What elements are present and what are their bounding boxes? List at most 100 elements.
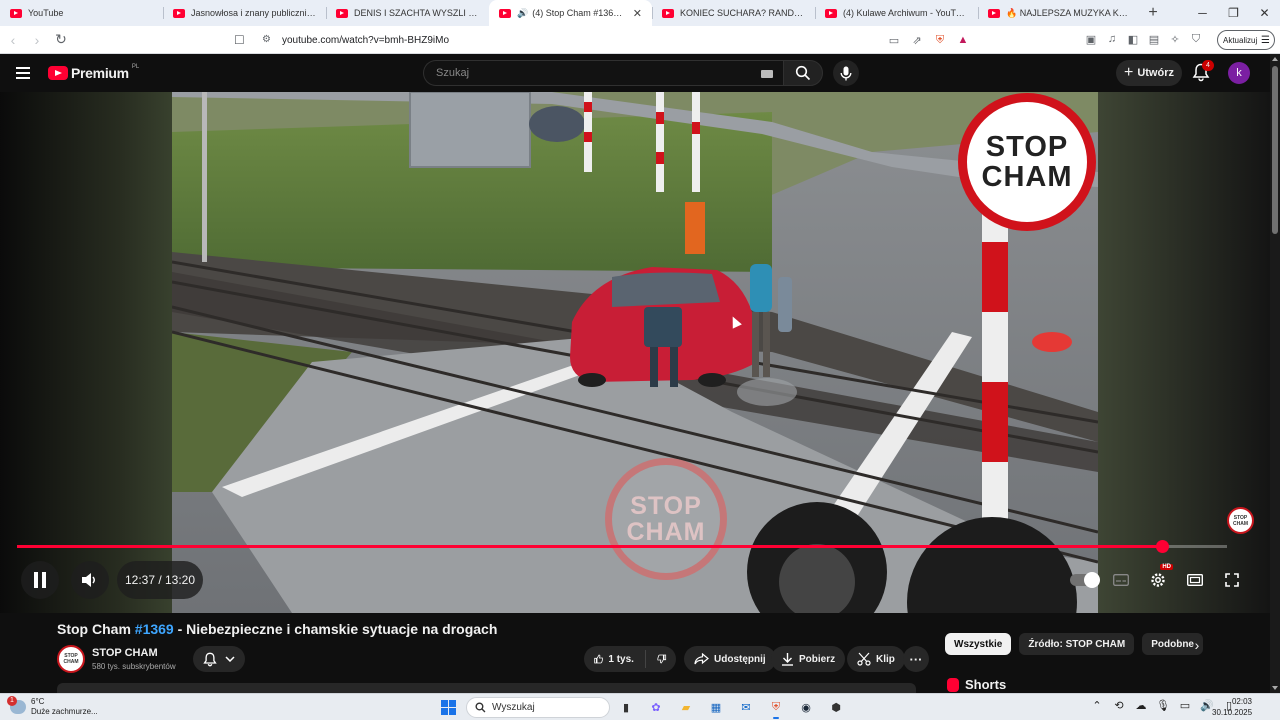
- panel-icon[interactable]: ◧: [1126, 32, 1140, 46]
- theater-mode-button[interactable]: [1181, 566, 1209, 594]
- steam-icon[interactable]: ◉: [796, 697, 816, 717]
- settings-button[interactable]: HD: [1144, 564, 1173, 594]
- thumbs-up-icon[interactable]: [594, 652, 604, 666]
- subtitles-button[interactable]: [1107, 566, 1135, 594]
- browser-tab[interactable]: YouTube: [0, 0, 163, 26]
- account-avatar[interactable]: k: [1228, 62, 1250, 84]
- share-arrow-icon: [694, 653, 709, 665]
- watermark-line1: STOP: [630, 492, 702, 520]
- back-arrow-icon[interactable]: ‹: [2, 29, 24, 51]
- notifications-button[interactable]: 4: [1192, 60, 1214, 83]
- minimize-icon[interactable]: ─: [1187, 0, 1218, 26]
- share-button[interactable]: Udostępnij: [684, 646, 776, 672]
- scroll-down-arrow-icon[interactable]: [1272, 686, 1278, 690]
- pause-button[interactable]: [21, 561, 59, 599]
- player-right-controls: HD: [1070, 564, 1246, 594]
- taskbar-clock[interactable]: 02:03 30.10.2025: [1212, 696, 1252, 718]
- close-window-icon[interactable]: ✕: [1249, 0, 1280, 26]
- reload-icon[interactable]: ↻: [50, 29, 72, 51]
- create-button[interactable]: + Utwórz: [1116, 60, 1182, 86]
- fullscreen-button[interactable]: [1218, 566, 1246, 594]
- brave-shield-icon[interactable]: ⛨: [933, 33, 947, 47]
- weather-widget[interactable]: 1 6°C Duże zachmurze...: [7, 696, 98, 717]
- bookmark-icon[interactable]: ☐: [234, 33, 245, 47]
- window-controls: ─ ❐ ✕: [1187, 0, 1280, 26]
- video-player[interactable]: STOP CHAM STOP CHAM STOP CHAM 12:37 / 13…: [0, 92, 1270, 613]
- sync-icon[interactable]: ⟲: [1112, 699, 1126, 712]
- app-icon[interactable]: ⬢: [826, 697, 846, 717]
- captions-icon: [1113, 574, 1129, 586]
- browser-tab[interactable]: (4) Kulawe Archiwum - YouTube: [815, 0, 978, 26]
- chip-source[interactable]: Źródło: STOP CHAM: [1019, 633, 1135, 655]
- browser-tab[interactable]: DENIS I SZACHTA WYSZLI Z ARESZTU: [326, 0, 489, 26]
- volume-button[interactable]: [71, 561, 109, 599]
- new-tab-plus-icon[interactable]: +: [1141, 0, 1165, 26]
- file-explorer-icon[interactable]: ▰: [676, 697, 696, 717]
- copilot-icon[interactable]: ✿: [646, 697, 666, 717]
- description-box[interactable]: [57, 683, 916, 693]
- windows-start-icon[interactable]: [441, 700, 456, 715]
- site-info-icon[interactable]: ⚙: [262, 34, 274, 46]
- like-count[interactable]: 1 tys.: [608, 654, 634, 665]
- channel-avatar[interactable]: STOP CHAM: [57, 645, 85, 673]
- voice-search-button[interactable]: [833, 60, 859, 86]
- like-divider: [644, 650, 646, 668]
- onedrive-cloud-icon[interactable]: ☁: [1134, 699, 1148, 712]
- url-text[interactable]: youtube.com/watch?v=bmh-BHZ9iMo: [282, 35, 449, 46]
- brave-rewards-icon[interactable]: ▲: [956, 33, 970, 47]
- tab-label: DENIS I SZACHTA WYSZLI Z ARESZTU: [354, 8, 479, 18]
- chip-all[interactable]: Wszystkie: [945, 633, 1012, 655]
- taskbar-search[interactable]: Wyszukaj: [466, 697, 610, 718]
- channel-name-link[interactable]: STOP CHAM: [92, 647, 158, 659]
- chevron-up-icon[interactable]: ⌃: [1090, 699, 1104, 712]
- scissors-icon: [857, 652, 871, 666]
- forward-arrow-icon[interactable]: ›: [26, 29, 48, 51]
- speaker-icon[interactable]: 🔊: [517, 8, 528, 19]
- music-icon[interactable]: ♫: [1105, 32, 1119, 46]
- clip-button[interactable]: Klip: [847, 646, 905, 672]
- address-bar[interactable]: ☐ ⚙ youtube.com/watch?v=bmh-BHZ9iMo ▭ ⇗ …: [226, 29, 976, 51]
- sidebar-icon[interactable]: ▣: [1084, 32, 1098, 46]
- wallet-icon[interactable]: ▤: [1147, 32, 1161, 46]
- autoplay-toggle[interactable]: [1070, 566, 1100, 594]
- channel-avatar-line2: CHAM: [63, 659, 79, 665]
- shorts-icon: [947, 677, 959, 692]
- page-scrollbar[interactable]: [1270, 54, 1280, 693]
- download-button[interactable]: Pobierz: [771, 646, 846, 672]
- scroll-thumb[interactable]: [1272, 66, 1278, 234]
- leo-ai-icon[interactable]: ✧: [1168, 32, 1182, 46]
- browser-tab[interactable]: Jasnowłosa i znany publicznie gość: [163, 0, 326, 26]
- thumbs-down-icon[interactable]: [656, 652, 666, 666]
- close-icon[interactable]: ✕: [633, 7, 642, 20]
- update-button[interactable]: Aktualizuj ☰: [1217, 30, 1275, 50]
- microsoft-store-icon[interactable]: ▦: [706, 697, 726, 717]
- chevron-down-icon: [225, 656, 235, 662]
- subscription-notifications-button[interactable]: [193, 646, 245, 672]
- keyboard-icon[interactable]: [761, 70, 773, 78]
- restore-icon[interactable]: ❐: [1218, 0, 1249, 26]
- youtube-favicon-icon: [173, 8, 185, 18]
- microphone-icon[interactable]: 🎙: [1156, 699, 1170, 712]
- task-view-icon[interactable]: ▮: [616, 697, 636, 717]
- shorts-heading-label: Shorts: [965, 677, 1007, 692]
- more-actions-button[interactable]: ···: [903, 646, 929, 672]
- share-icon[interactable]: ⇗: [910, 33, 924, 47]
- browser-tab[interactable]: 🔥 NAJLEPSZA MUZYKA KLUBOWA 🎵: [978, 0, 1141, 26]
- cast-icon[interactable]: ▭: [887, 33, 901, 47]
- search-button[interactable]: [783, 60, 823, 86]
- title-hashtag-link[interactable]: #1369: [135, 621, 174, 637]
- chevron-right-icon[interactable]: ›: [1188, 636, 1206, 654]
- progress-bar[interactable]: [17, 540, 1227, 553]
- brave-browser-icon[interactable]: ⛨: [766, 697, 786, 719]
- browser-tab[interactable]: KONIEC SUCHARA? RANDOMBRUCE: [652, 0, 815, 26]
- vpn-shield-icon[interactable]: ⛉: [1189, 32, 1203, 46]
- display-icon[interactable]: ▭: [1178, 699, 1192, 712]
- youtube-logo[interactable]: Premium PL: [48, 64, 139, 81]
- outlook-icon[interactable]: ✉: [736, 697, 756, 717]
- search-input[interactable]: [436, 67, 736, 79]
- scroll-up-arrow-icon[interactable]: [1272, 57, 1278, 61]
- hamburger-menu-icon[interactable]: [16, 67, 30, 79]
- channel-branding-watermark[interactable]: STOP CHAM: [1227, 507, 1254, 534]
- scrubber-handle[interactable]: [1156, 540, 1170, 553]
- browser-tab-active[interactable]: 🔊 (4) Stop Cham #1369 - Niebezpieczne ✕: [489, 0, 652, 26]
